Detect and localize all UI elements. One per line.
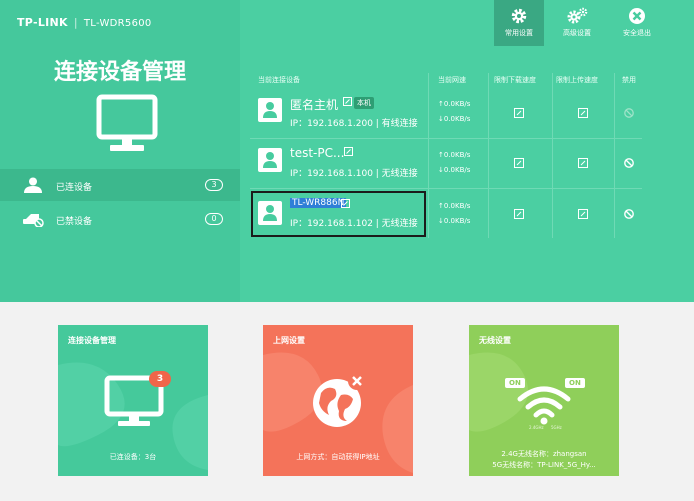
monitor-icon	[96, 94, 158, 151]
upload-rate: ↑0.0KB/s	[438, 151, 471, 159]
download-rate: ↓0.0KB/s	[438, 217, 471, 225]
sidebar-item-connected[interactable]: 已连设备 3	[0, 169, 240, 201]
local-host-tag: 本机	[354, 97, 374, 109]
device-name: 匿名主机	[290, 98, 339, 112]
count-badge: 3	[205, 179, 223, 191]
card-title: 无线设置	[479, 336, 511, 345]
card-footer: 已连设备：3台	[109, 453, 157, 461]
nav-label: 高级设置	[563, 29, 591, 37]
disable-icon	[624, 108, 634, 118]
table-row: 匿名主机 本机 IP：192.168.1.200 | 有线连接 ↑0.0KB/s…	[250, 89, 642, 139]
edit-icon[interactable]	[344, 147, 353, 156]
user-icon	[263, 102, 277, 118]
globe-icon	[313, 372, 366, 427]
column-header-speed: 当前网速	[438, 76, 466, 84]
band-label-24g: 2.4GHz	[529, 425, 544, 430]
wifi-icon	[517, 386, 571, 425]
user-icon	[24, 177, 42, 193]
column-header-download-limit: 限制下载速度	[494, 76, 536, 84]
card-wireless-settings[interactable]: 无线设置 ON ON 2.4GHz 5GHz 2.4G无线名称：zhangsan…	[469, 325, 619, 476]
user-icon	[263, 152, 277, 168]
top-area: TP-LINK | TL-WDR5600 连接设备管理 已连设备 3 已禁设备	[0, 0, 694, 302]
notification-badge: 3	[149, 371, 171, 387]
sidebar-item-label: 已连设备	[56, 183, 93, 193]
download-limit-edit-icon[interactable]	[514, 158, 524, 168]
nav-label: 常用设置	[505, 29, 533, 37]
upload-limit-edit-icon[interactable]	[578, 158, 588, 168]
selection-highlight-box	[251, 191, 426, 237]
nav-advanced-settings[interactable]: 高级设置	[552, 0, 602, 46]
brand-logo: TP-LINK	[17, 16, 68, 29]
sidebar-item-blocked[interactable]: 已禁设备 0	[0, 203, 240, 235]
device-ip: IP：192.168.1.200 | 有线连接	[290, 119, 418, 129]
brand-separator: |	[73, 16, 78, 29]
download-limit-edit-icon[interactable]	[514, 209, 524, 219]
nav-logout[interactable]: 安全退出	[612, 0, 662, 46]
device-name: test-PC...	[290, 146, 345, 160]
blocked-device-icon	[23, 214, 44, 227]
gear-icon	[511, 8, 527, 24]
card-connected-devices[interactable]: 连接设备管理 3 已连设备：3台	[58, 325, 208, 476]
download-limit-edit-icon[interactable]	[514, 108, 524, 118]
device-avatar	[258, 98, 282, 122]
brand-model: TL-WDR5600	[83, 18, 152, 29]
column-header-disable: 禁用	[622, 76, 636, 84]
card-footer-24g: 2.4G无线名称：zhangsan	[501, 450, 587, 458]
nav-common-settings[interactable]: 常用设置	[494, 0, 544, 46]
page-title: 连接设备管理	[53, 60, 186, 85]
card-title: 连接设备管理	[68, 336, 116, 345]
upload-rate: ↑0.0KB/s	[438, 202, 471, 210]
sidebar-item-label: 已禁设备	[56, 217, 93, 227]
nav-label: 安全退出	[623, 29, 651, 37]
upload-limit-edit-icon[interactable]	[578, 108, 588, 118]
column-header-upload-limit: 限制上传速度	[556, 76, 598, 84]
card-title: 上网设置	[273, 336, 305, 345]
left-panel: TP-LINK | TL-WDR5600 连接设备管理 已连设备 3 已禁设备	[0, 0, 240, 302]
device-avatar	[258, 148, 282, 172]
column-header-device: 当前连接设备	[258, 76, 300, 84]
count-badge: 0	[205, 213, 223, 225]
card-internet-settings[interactable]: 上网设置 上网方式：自动获得IP地址	[263, 325, 413, 476]
band-label-5g: 5GHz	[551, 425, 562, 430]
download-rate: ↓0.0KB/s	[438, 115, 471, 123]
upload-rate: ↑0.0KB/s	[438, 100, 471, 108]
close-icon	[629, 8, 645, 24]
edit-icon[interactable]	[343, 97, 352, 106]
upload-limit-edit-icon[interactable]	[578, 209, 588, 219]
card-footer-5g: 5G无线名称：TP-LINK_5G_Hy...	[492, 461, 596, 469]
brand: TP-LINK | TL-WDR5600	[17, 16, 152, 29]
card-footer: 上网方式：自动获得IP地址	[296, 453, 380, 461]
disable-icon[interactable]	[624, 209, 634, 219]
download-rate: ↓0.0KB/s	[438, 166, 471, 174]
disable-icon[interactable]	[624, 158, 634, 168]
device-ip: IP：192.168.1.100 | 无线连接	[290, 169, 418, 179]
table-row: test-PC... IP：192.168.1.100 | 无线连接 ↑0.0K…	[250, 139, 642, 189]
gears-icon	[567, 7, 588, 24]
device-table-header: 当前连接设备 当前网速 限制下载速度 限制上传速度 禁用	[250, 71, 642, 89]
